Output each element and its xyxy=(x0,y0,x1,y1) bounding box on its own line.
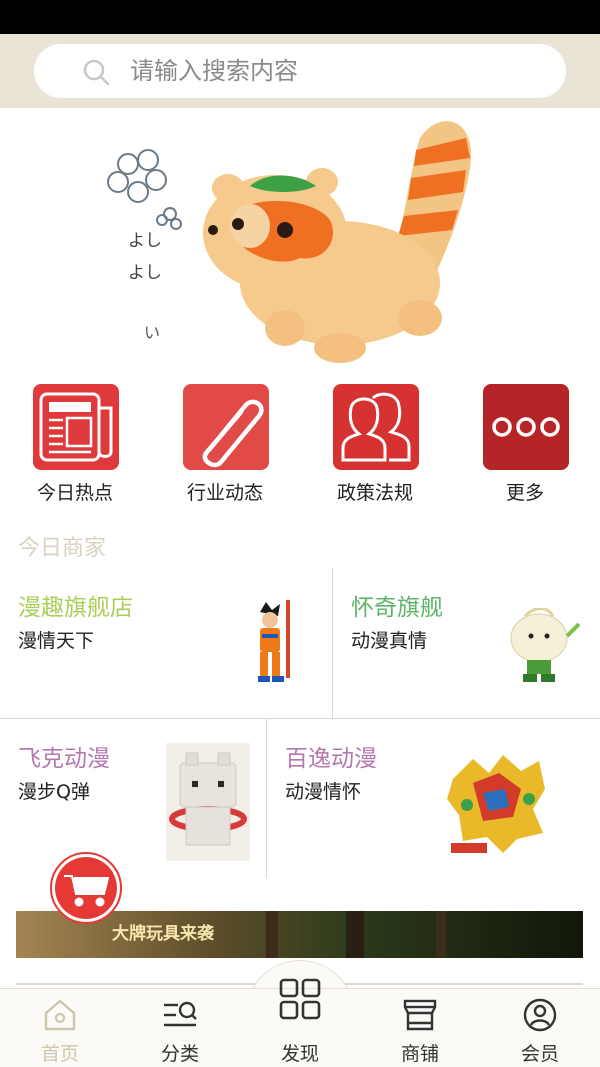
paperclip-icon xyxy=(183,384,269,470)
quick-nav-industry-news[interactable]: 行业动态 xyxy=(150,384,300,504)
quick-nav-label: 今日热点 xyxy=(36,482,113,504)
merchant-figure-image xyxy=(166,743,250,861)
banner-handwriting-3: い xyxy=(144,323,160,342)
merchant-name: 飞克动漫 xyxy=(18,746,110,772)
grid-divider xyxy=(0,718,600,719)
people-icon xyxy=(333,384,419,470)
merchant-card[interactable]: 飞克动漫 漫步Q弹 xyxy=(0,719,266,878)
merchant-slogan: 动漫情怀 xyxy=(285,781,362,803)
banner-carousel[interactable]: よし よし い xyxy=(0,108,600,378)
quick-nav: 今日热点 行业动态 政策法规 更多 xyxy=(0,384,600,504)
tab-label: 分类 xyxy=(160,1043,199,1065)
grid-divider xyxy=(266,719,267,878)
merchant-figure-image xyxy=(258,600,290,682)
quick-nav-policy[interactable]: 政策法规 xyxy=(300,384,450,504)
merchant-card[interactable]: 漫趣旗舰店 漫情天下 xyxy=(0,568,332,718)
category-search-icon xyxy=(164,1001,197,1027)
merchant-slogan: 漫情天下 xyxy=(18,630,95,652)
merchant-name: 怀奇旗舰 xyxy=(351,595,443,621)
merchant-figure-image xyxy=(510,608,581,682)
quick-nav-label: 更多 xyxy=(505,482,544,504)
tab-label: 商铺 xyxy=(400,1043,439,1065)
merchant-grid: 漫趣旗舰店 漫情天下 怀奇旗舰 动漫真情 飞克动漫 漫步Q弹 百逸动漫 动漫情怀 xyxy=(0,568,600,878)
search-input[interactable]: 请输入搜索内容 xyxy=(34,44,566,98)
tab-label: 发现 xyxy=(280,1043,319,1065)
search-header: 请输入搜索内容 xyxy=(0,34,600,108)
merchant-slogan: 动漫真情 xyxy=(351,630,428,652)
banner-plush-image: よし よし い xyxy=(107,121,472,363)
newspaper-icon xyxy=(33,384,119,470)
user-icon xyxy=(523,998,557,1032)
tab-member[interactable]: 会员 xyxy=(480,989,600,1067)
more-dots-icon xyxy=(483,384,569,470)
banner-handwriting-1: よし xyxy=(128,231,162,251)
tab-label: 首页 xyxy=(40,1043,79,1065)
search-icon xyxy=(83,59,110,86)
quick-nav-label: 政策法规 xyxy=(336,482,413,504)
tab-discover[interactable]: 发现 xyxy=(240,978,360,1067)
grid-icon xyxy=(279,978,321,1020)
cart-icon xyxy=(55,857,117,919)
section-title: 今日商家 xyxy=(18,536,107,561)
store-icon xyxy=(403,999,437,1031)
banner-handwriting-2: よし xyxy=(128,263,162,283)
merchant-figure-image xyxy=(447,755,545,853)
search-placeholder: 请输入搜索内容 xyxy=(130,57,298,85)
quick-nav-hot-today[interactable]: 今日热点 xyxy=(0,384,150,504)
quick-nav-label: 行业动态 xyxy=(186,482,263,504)
merchant-name: 百逸动漫 xyxy=(285,746,377,772)
tab-category[interactable]: 分类 xyxy=(120,989,240,1067)
merchant-slogan: 漫步Q弹 xyxy=(18,781,90,803)
cart-button[interactable] xyxy=(50,852,122,924)
merchant-name: 漫趣旗舰店 xyxy=(18,595,133,621)
status-bar xyxy=(0,0,600,34)
merchant-card[interactable]: 怀奇旗舰 动漫真情 xyxy=(333,568,600,718)
home-icon xyxy=(44,999,76,1031)
grid-divider xyxy=(332,568,333,718)
tab-label: 会员 xyxy=(520,1043,559,1065)
merchant-card[interactable]: 百逸动漫 动漫情怀 xyxy=(267,719,600,878)
quick-nav-more[interactable]: 更多 xyxy=(450,384,600,504)
tab-store[interactable]: 商铺 xyxy=(360,989,480,1067)
tab-home[interactable]: 首页 xyxy=(0,989,120,1067)
bottom-tab-bar: 首页 分类 发现 商铺 会员 xyxy=(0,978,600,1067)
promo-text: 大牌玩具来袭 xyxy=(112,924,214,944)
